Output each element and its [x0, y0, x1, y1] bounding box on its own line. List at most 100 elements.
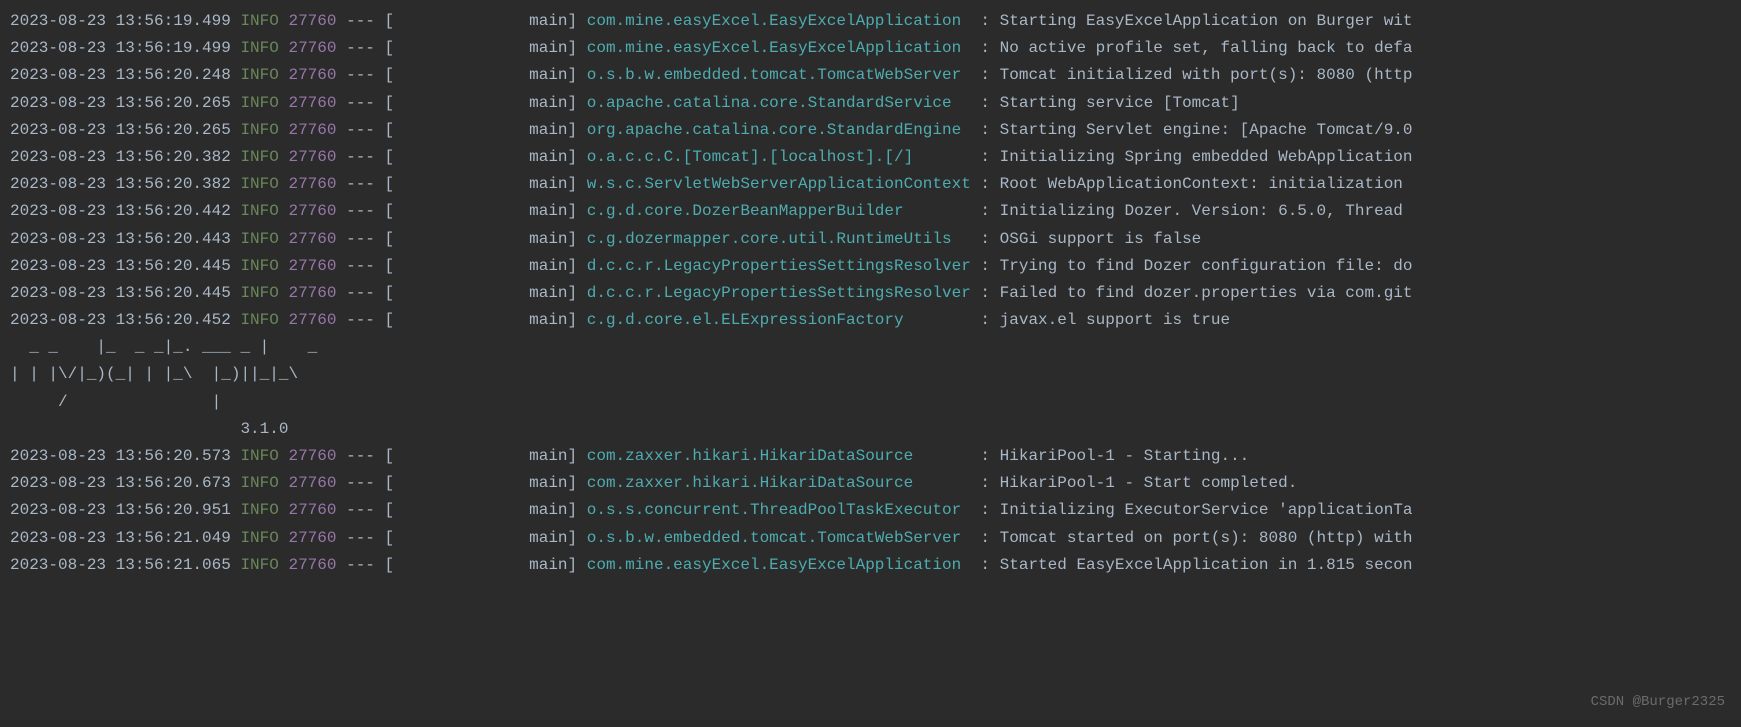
log-timestamp: 2023-08-23 13:56:21.049	[10, 529, 231, 547]
log-separator: :	[980, 501, 990, 519]
log-line[interactable]: 2023-08-23 13:56:20.573 INFO 27760 --- […	[10, 443, 1731, 470]
log-message: HikariPool-1 - Starting...	[1000, 447, 1250, 465]
log-logger: com.zaxxer.hikari.HikariDataSource	[587, 474, 981, 492]
log-pid: 27760	[288, 447, 336, 465]
log-pid: 27760	[288, 311, 336, 329]
log-level: INFO	[240, 94, 278, 112]
log-timestamp: 2023-08-23 13:56:19.499	[10, 39, 231, 57]
log-dashes: ---	[346, 257, 375, 275]
log-line[interactable]: 2023-08-23 13:56:20.951 INFO 27760 --- […	[10, 497, 1731, 524]
log-level: INFO	[240, 175, 278, 193]
log-message: No active profile set, falling back to d…	[1000, 39, 1413, 57]
log-thread: main]	[529, 556, 577, 574]
version-line: 3.1.0	[10, 416, 1731, 443]
log-thread: main]	[529, 284, 577, 302]
log-thread-bracket-open: [	[385, 121, 395, 139]
log-pid: 27760	[288, 202, 336, 220]
log-logger: com.zaxxer.hikari.HikariDataSource	[587, 447, 981, 465]
log-thread: main]	[529, 447, 577, 465]
log-pid: 27760	[288, 148, 336, 166]
log-dashes: ---	[346, 474, 375, 492]
log-level: INFO	[240, 148, 278, 166]
log-thread: main]	[529, 121, 577, 139]
log-level: INFO	[240, 284, 278, 302]
log-logger: o.s.b.w.embedded.tomcat.TomcatWebServer	[587, 529, 981, 547]
log-dashes: ---	[346, 66, 375, 84]
log-line[interactable]: 2023-08-23 13:56:20.382 INFO 27760 --- […	[10, 171, 1731, 198]
log-timestamp: 2023-08-23 13:56:20.443	[10, 230, 231, 248]
log-pid: 27760	[288, 556, 336, 574]
log-output-area[interactable]: 2023-08-23 13:56:19.499 INFO 27760 --- […	[10, 8, 1731, 334]
log-pid: 27760	[288, 501, 336, 519]
log-line[interactable]: 2023-08-23 13:56:20.265 INFO 27760 --- […	[10, 117, 1731, 144]
log-line[interactable]: 2023-08-23 13:56:20.443 INFO 27760 --- […	[10, 226, 1731, 253]
log-thread: main]	[529, 529, 577, 547]
log-thread: main]	[529, 230, 577, 248]
log-line[interactable]: 2023-08-23 13:56:20.673 INFO 27760 --- […	[10, 470, 1731, 497]
log-line[interactable]: 2023-08-23 13:56:19.499 INFO 27760 --- […	[10, 35, 1731, 62]
log-timestamp: 2023-08-23 13:56:20.442	[10, 202, 231, 220]
log-line[interactable]: 2023-08-23 13:56:20.265 INFO 27760 --- […	[10, 90, 1731, 117]
log-line[interactable]: 2023-08-23 13:56:20.445 INFO 27760 --- […	[10, 253, 1731, 280]
log-level: INFO	[240, 12, 278, 30]
log-dashes: ---	[346, 311, 375, 329]
log-logger: c.g.d.core.el.ELExpressionFactory	[587, 311, 981, 329]
watermark-text: CSDN @Burger2325	[1591, 691, 1725, 715]
log-separator: :	[980, 148, 990, 166]
log-thread-bracket-open: [	[385, 148, 395, 166]
log-pid: 27760	[288, 529, 336, 547]
log-level: INFO	[240, 257, 278, 275]
log-separator: :	[980, 284, 990, 302]
log-timestamp: 2023-08-23 13:56:20.382	[10, 148, 231, 166]
log-separator: :	[980, 202, 990, 220]
log-message: Starting service [Tomcat]	[1000, 94, 1240, 112]
log-separator: :	[980, 12, 990, 30]
log-message: Initializing Dozer. Version: 6.5.0, Thre…	[1000, 202, 1403, 220]
log-line[interactable]: 2023-08-23 13:56:20.445 INFO 27760 --- […	[10, 280, 1731, 307]
log-line[interactable]: 2023-08-23 13:56:21.049 INFO 27760 --- […	[10, 525, 1731, 552]
log-thread-bracket-open: [	[385, 39, 395, 57]
log-thread-bracket-open: [	[385, 501, 395, 519]
log-timestamp: 2023-08-23 13:56:20.265	[10, 94, 231, 112]
log-dashes: ---	[346, 501, 375, 519]
log-separator: :	[980, 474, 990, 492]
log-separator: :	[980, 311, 990, 329]
log-pid: 27760	[288, 39, 336, 57]
log-thread-bracket-open: [	[385, 12, 395, 30]
log-timestamp: 2023-08-23 13:56:20.445	[10, 284, 231, 302]
log-line[interactable]: 2023-08-23 13:56:21.065 INFO 27760 --- […	[10, 552, 1731, 579]
log-timestamp: 2023-08-23 13:56:20.951	[10, 501, 231, 519]
log-thread-bracket-open: [	[385, 94, 395, 112]
log-thread-bracket-open: [	[385, 311, 395, 329]
log-logger: o.a.c.c.C.[Tomcat].[localhost].[/]	[587, 148, 981, 166]
log-line[interactable]: 2023-08-23 13:56:19.499 INFO 27760 --- […	[10, 8, 1731, 35]
log-dashes: ---	[346, 202, 375, 220]
log-output-area-after[interactable]: 2023-08-23 13:56:20.573 INFO 27760 --- […	[10, 443, 1731, 579]
log-dashes: ---	[346, 284, 375, 302]
log-message: Starting Servlet engine: [Apache Tomcat/…	[1000, 121, 1413, 139]
log-timestamp: 2023-08-23 13:56:20.248	[10, 66, 231, 84]
log-thread-bracket-open: [	[385, 257, 395, 275]
log-pid: 27760	[288, 66, 336, 84]
log-line[interactable]: 2023-08-23 13:56:20.442 INFO 27760 --- […	[10, 198, 1731, 225]
log-dashes: ---	[346, 12, 375, 30]
log-dashes: ---	[346, 39, 375, 57]
log-thread-bracket-open: [	[385, 175, 395, 193]
log-line[interactable]: 2023-08-23 13:56:20.248 INFO 27760 --- […	[10, 62, 1731, 89]
log-message: Initializing ExecutorService 'applicatio…	[1000, 501, 1413, 519]
log-thread: main]	[529, 148, 577, 166]
log-line[interactable]: 2023-08-23 13:56:20.452 INFO 27760 --- […	[10, 307, 1731, 334]
log-thread: main]	[529, 94, 577, 112]
log-line[interactable]: 2023-08-23 13:56:20.382 INFO 27760 --- […	[10, 144, 1731, 171]
log-thread: main]	[529, 12, 577, 30]
ascii-art-line: | | |\/|_)(_| | |_\ |_)||_|_\	[10, 361, 1731, 388]
log-timestamp: 2023-08-23 13:56:19.499	[10, 12, 231, 30]
log-thread-bracket-open: [	[385, 202, 395, 220]
log-level: INFO	[240, 39, 278, 57]
log-dashes: ---	[346, 94, 375, 112]
log-dashes: ---	[346, 230, 375, 248]
log-thread-bracket-open: [	[385, 529, 395, 547]
log-separator: :	[980, 447, 990, 465]
log-thread-bracket-open: [	[385, 474, 395, 492]
log-thread-bracket-open: [	[385, 284, 395, 302]
